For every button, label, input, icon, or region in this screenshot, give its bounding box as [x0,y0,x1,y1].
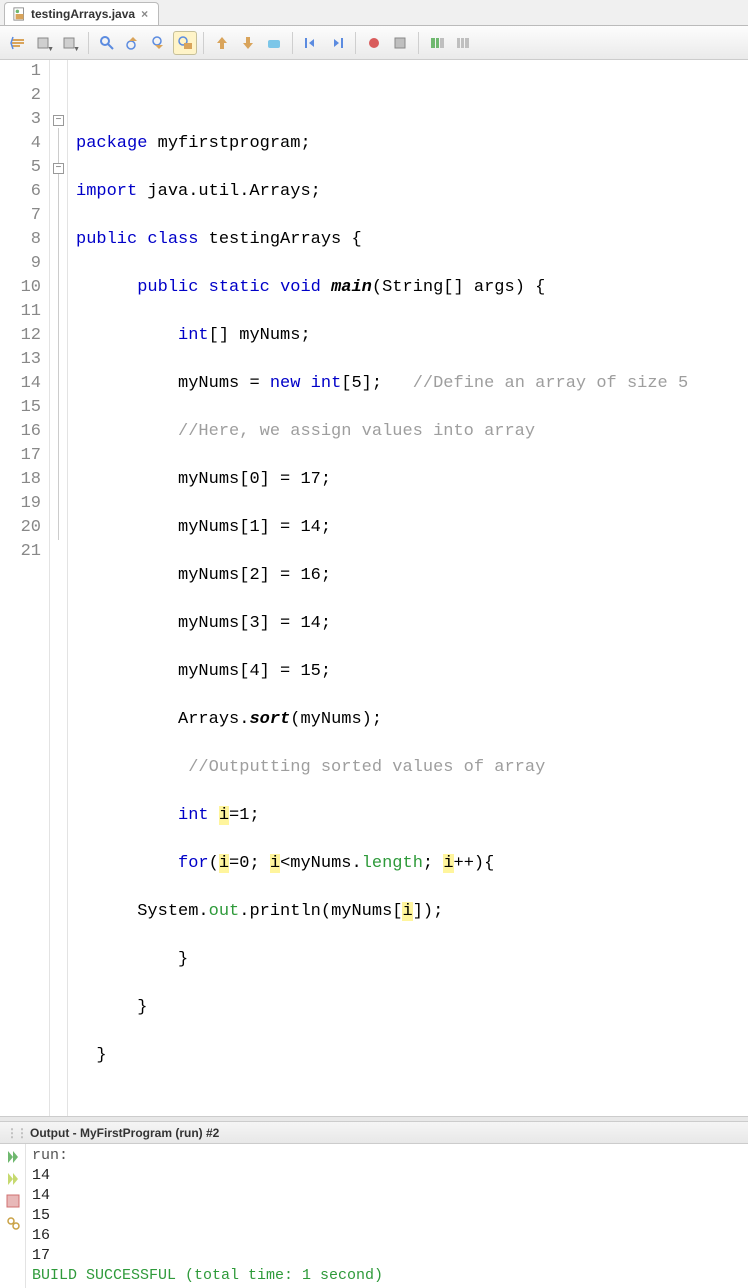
code-line: for(i=0; i<myNums.length; i++){ [76,852,688,876]
fold-gutter: − − [50,60,68,1116]
line-number: 12 [0,324,41,348]
rerun-debug-button[interactable] [4,1170,22,1188]
editor-toolbar: ▼ ▼ [0,26,748,60]
code-line: myNums[4] = 15; [76,660,688,684]
line-number: 2 [0,84,41,108]
toolbar-separator [418,32,419,54]
settings-button[interactable] [4,1214,22,1232]
find-previous-button[interactable] [121,31,145,55]
code-line: public class testingArrays { [76,228,688,252]
output-line: BUILD SUCCESSFUL (total time: 1 second) [32,1266,383,1286]
line-number: 4 [0,132,41,156]
line-number: 13 [0,348,41,372]
line-number: 15 [0,396,41,420]
history-forward-button[interactable]: ▼ [58,31,82,55]
toolbar-separator [292,32,293,54]
code-line: System.out.println(myNums[i]); [76,900,688,924]
code-line: int i=1; [76,804,688,828]
line-number: 7 [0,204,41,228]
code-line: } [76,948,688,972]
tab-testingarrays[interactable]: testingArrays.java × [4,2,159,25]
output-line: run: [32,1146,383,1166]
code-line: myNums[3] = 14; [76,612,688,636]
editor-tab-bar: testingArrays.java × [0,0,748,26]
fold-toggle-icon[interactable]: − [53,163,64,174]
java-file-icon [13,7,27,21]
code-line: package myfirstprogram; [76,132,688,156]
code-line: myNums = new int[5]; //Define an array o… [76,372,688,396]
code-line: myNums[0] = 17; [76,468,688,492]
find-selection-button[interactable] [95,31,119,55]
line-number: 16 [0,420,41,444]
toolbar-separator [88,32,89,54]
line-number: 9 [0,252,41,276]
line-number: 20 [0,516,41,540]
macro-stop-button[interactable] [388,31,412,55]
code-line: myNums[2] = 16; [76,564,688,588]
line-number: 8 [0,228,41,252]
output-line: 17 [32,1246,383,1266]
fold-guide [58,128,59,540]
output-toolbar [0,1144,26,1288]
code-line: Arrays.sort(myNums); [76,708,688,732]
line-number-gutter: 1 2 3 4 5 6 7 8 9 10 11 12 13 14 15 16 1… [0,60,50,1116]
stop-button[interactable] [4,1192,22,1210]
line-number: 19 [0,492,41,516]
line-number: 18 [0,468,41,492]
output-text[interactable]: run: 14 14 15 16 17 BUILD SUCCESSFUL (to… [26,1144,389,1288]
rerun-button[interactable] [4,1148,22,1166]
code-line: int[] myNums; [76,324,688,348]
source-button[interactable] [6,31,30,55]
code-line [76,84,688,108]
tab-label: testingArrays.java [31,7,135,21]
output-panel-header[interactable]: ⋮⋮ Output - MyFirstProgram (run) #2 [0,1122,748,1144]
uncomment-button[interactable] [451,31,475,55]
line-number: 17 [0,444,41,468]
line-number: 5 [0,156,41,180]
code-line: //Outputting sorted values of array [76,756,688,780]
output-panel: run: 14 14 15 16 17 BUILD SUCCESSFUL (to… [0,1144,748,1288]
next-bookmark-button[interactable] [236,31,260,55]
shift-left-button[interactable] [299,31,323,55]
previous-bookmark-button[interactable] [210,31,234,55]
code-line: public static void main(String[] args) { [76,276,688,300]
code-line: } [76,996,688,1020]
find-next-button[interactable] [147,31,171,55]
code-editor[interactable]: 1 2 3 4 5 6 7 8 9 10 11 12 13 14 15 16 1… [0,60,748,1116]
tab-close-icon[interactable]: × [139,7,150,21]
history-back-button[interactable]: ▼ [32,31,56,55]
toolbar-separator [355,32,356,54]
line-number: 1 [0,60,41,84]
line-number: 6 [0,180,41,204]
line-number: 21 [0,540,41,564]
macro-record-button[interactable] [362,31,386,55]
code-content[interactable]: package myfirstprogram; import java.util… [68,60,688,1116]
line-number: 10 [0,276,41,300]
output-title: Output - MyFirstProgram (run) #2 [30,1126,219,1140]
line-number: 11 [0,300,41,324]
shift-right-button[interactable] [325,31,349,55]
output-line: 16 [32,1226,383,1246]
fold-toggle-icon[interactable]: − [53,115,64,126]
code-line: myNums[1] = 14; [76,516,688,540]
toolbar-separator [203,32,204,54]
output-line: 14 [32,1166,383,1186]
grip-icon: ⋮⋮ [6,1126,26,1140]
output-line: 15 [32,1206,383,1226]
output-line: 14 [32,1186,383,1206]
line-number: 3 [0,108,41,132]
highlight-toggle-button[interactable] [173,31,197,55]
code-line: //Here, we assign values into array [76,420,688,444]
line-number: 14 [0,372,41,396]
code-line: import java.util.Arrays; [76,180,688,204]
toggle-bookmark-button[interactable] [262,31,286,55]
comment-button[interactable] [425,31,449,55]
code-line: } [76,1044,688,1068]
